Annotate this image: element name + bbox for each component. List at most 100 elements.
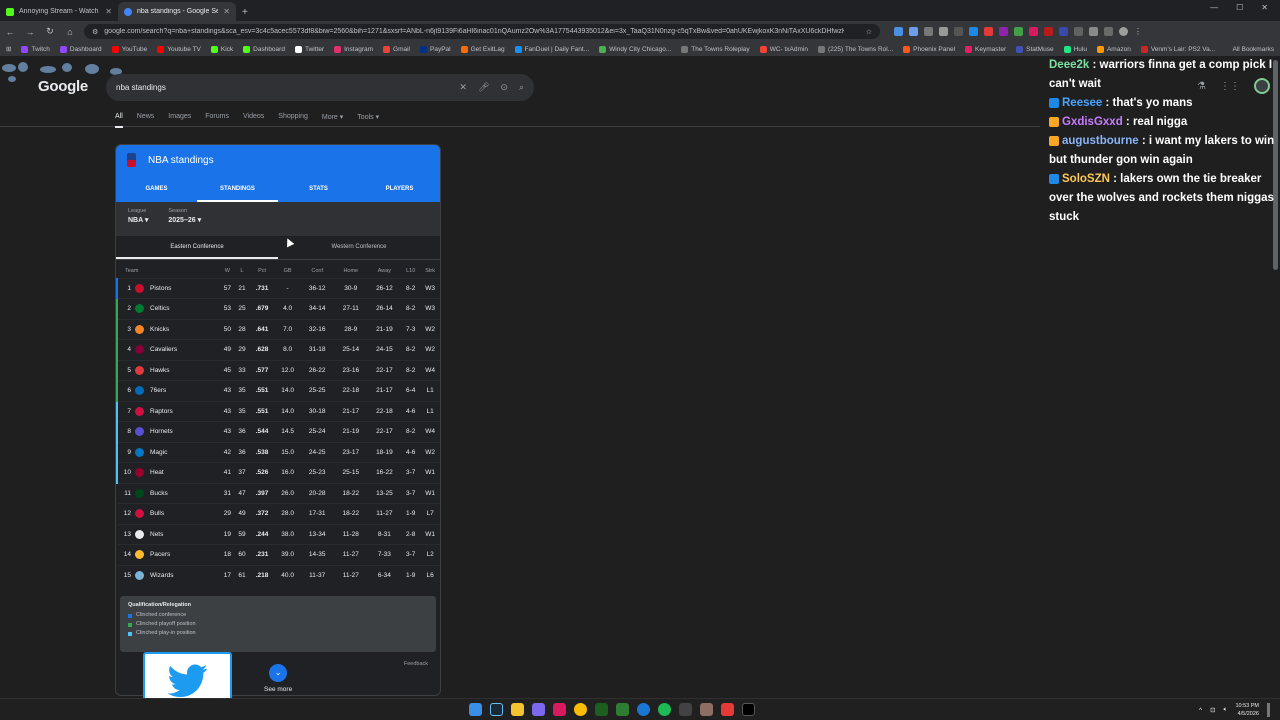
search-box[interactable]: nba standings ✕ 🎤︎ ⊙ ⌕	[106, 74, 534, 101]
browser-tab-google[interactable]: nba standings - Google Search ✕	[118, 2, 236, 21]
bookmark-item[interactable]: (225) The Towns Rol...	[817, 45, 893, 53]
bookmark-item[interactable]: WC- txAdmin	[759, 45, 808, 53]
site-info-icon[interactable]: ⚙	[92, 28, 98, 36]
app-icon[interactable]	[679, 703, 692, 716]
feedback-link[interactable]: Feedback	[404, 661, 428, 667]
bookmark-item[interactable]: Gmail	[383, 45, 410, 53]
team-cell[interactable]: Bucks	[135, 482, 221, 504]
browser-tab-stream[interactable]: Annoying Stream - Watch Live ✕	[0, 2, 118, 21]
close-window-icon[interactable]: ✕	[1261, 3, 1268, 12]
extension-icon[interactable]	[999, 27, 1008, 36]
table-row[interactable]: 12 Bulls 29 49.372 28.0 17-31 18-22 11-27 1-9 L7	[117, 503, 440, 524]
home-icon[interactable]: ⌂	[64, 27, 76, 37]
search-input[interactable]: nba standings	[116, 83, 448, 92]
team-cell[interactable]: Hornets	[135, 421, 221, 442]
app-icon[interactable]	[616, 703, 629, 716]
bookmark-item[interactable]: Phoenix Panel	[903, 45, 955, 53]
table-row[interactable]: 3 Knicks 50 28.641 7.0 32-16 28-9 21-19 7-3 W2	[117, 318, 440, 340]
spotify-icon[interactable]	[658, 703, 671, 716]
bookmark-item[interactable]: Twitch	[21, 45, 50, 53]
chrome-icon[interactable]	[574, 703, 587, 716]
team-cell[interactable]: Hawks	[135, 359, 221, 381]
extension-icon[interactable]	[1044, 27, 1053, 36]
minimize-icon[interactable]: —	[1210, 3, 1218, 12]
app-icon[interactable]	[595, 703, 608, 716]
team-cell[interactable]: Nets	[135, 523, 221, 545]
bookmark-item[interactable]: Twitter	[294, 45, 324, 53]
bookmark-item[interactable]: Kick	[210, 45, 233, 53]
app-icon[interactable]	[532, 703, 545, 716]
team-cell[interactable]: Magic	[135, 441, 221, 463]
see-more-button[interactable]: ⌄ See more	[264, 664, 292, 693]
team-cell[interactable]: Raptors	[135, 400, 221, 422]
extension-icon[interactable]	[1074, 27, 1083, 36]
folder-icon[interactable]	[511, 703, 524, 716]
team-cell[interactable]: Wizards	[135, 564, 221, 586]
search-tab-news[interactable]: News	[137, 113, 155, 128]
table-row[interactable]: 1 Pistons 57 21.731-36-12 30-9 26-12 8-2 W3	[117, 277, 440, 299]
bookmark-item[interactable]: PayPal	[420, 45, 451, 53]
bookmark-star-icon[interactable]: ☆	[866, 28, 872, 36]
tab-eastern-conference[interactable]: Eastern Conference	[116, 236, 278, 259]
extension-icon[interactable]	[954, 27, 963, 36]
extension-icon[interactable]	[894, 27, 903, 36]
forward-icon[interactable]: →	[24, 27, 36, 37]
clear-icon[interactable]: ✕	[459, 82, 467, 93]
bookmark-item[interactable]: Venm's Lair: PS2 Va...	[1140, 45, 1215, 53]
app-icon[interactable]	[637, 703, 650, 716]
table-row[interactable]: 4 Cavaliers 49 29.628 8.0 31-18 25-14 24-15 8-2 W…	[117, 339, 440, 360]
search-tab-videos[interactable]: Videos	[243, 113, 264, 128]
bookmark-item[interactable]: Hulu	[1063, 45, 1087, 53]
bookmark-item[interactable]: Dashboard	[59, 45, 102, 53]
chat-username[interactable]: SoloSZN	[1062, 173, 1110, 185]
bookmark-item[interactable]: FanDuel | Daily Fant...	[514, 45, 589, 53]
voice-search-icon[interactable]: 🎤︎	[478, 82, 489, 93]
lens-icon[interactable]: ⊙	[500, 82, 508, 93]
clock[interactable]: 10:53 PM 4/5/2026	[1235, 702, 1259, 718]
start-icon[interactable]	[469, 703, 482, 716]
back-icon[interactable]: ←	[4, 27, 16, 37]
table-row[interactable]: 7 Raptors 43 35.551 14.0 30-18 21-17 22-18 4-6 L1	[117, 400, 440, 422]
team-cell[interactable]: Pistons	[135, 277, 221, 299]
network-icon[interactable]: ⊡	[1210, 706, 1215, 714]
team-cell[interactable]: Cavaliers	[135, 339, 221, 360]
maximize-icon[interactable]: ☐	[1236, 3, 1243, 12]
extension-icon[interactable]	[924, 27, 933, 36]
close-tab-icon[interactable]: ✕	[223, 7, 230, 16]
extension-icon[interactable]	[1014, 27, 1023, 36]
menu-icon[interactable]: ⋮	[1134, 27, 1142, 36]
search-tab-more[interactable]: More ▾	[322, 113, 343, 128]
team-cell[interactable]: Celtics	[135, 298, 221, 319]
extension-icon[interactable]	[984, 27, 993, 36]
extension-icon[interactable]	[1059, 27, 1068, 36]
extension-icon[interactable]	[1029, 27, 1038, 36]
tab-western-conference[interactable]: Western Conference	[278, 236, 440, 259]
volume-icon[interactable]: 🔈︎	[1224, 706, 1228, 714]
bookmark-item[interactable]: YouTube	[111, 45, 147, 53]
search-tab-images[interactable]: Images	[168, 113, 191, 128]
bookmark-item[interactable]: Amazon	[1096, 45, 1131, 53]
close-tab-icon[interactable]: ✕	[105, 7, 112, 16]
bookmark-item[interactable]: Windy City Chicago...	[599, 45, 671, 53]
address-bar[interactable]: ⚙ google.com/search?q=nba+standings&sca_…	[84, 24, 880, 39]
bookmark-item[interactable]: Dashboard	[243, 45, 285, 53]
extensions-puzzle-icon[interactable]	[1089, 27, 1098, 36]
table-row[interactable]: 14 Pacers 18 60.231 39.0 14-35 11-27 7-33 3-7 L2	[117, 544, 440, 565]
chat-username[interactable]: augustbourne	[1062, 135, 1139, 147]
search-tab-shopping[interactable]: Shopping	[278, 113, 308, 128]
all-bookmarks[interactable]: All Bookmarks	[1232, 46, 1274, 53]
table-row[interactable]: 8 Hornets 43 36.544 14.5 25-24 21-19 22-17 8-2 W4	[117, 421, 440, 442]
search-icon[interactable]: ⌕	[519, 82, 524, 93]
tab-standings[interactable]: STANDINGS	[197, 186, 278, 202]
table-row[interactable]: 6 76ers 43 35.551 14.0 25-25 22-18 21-17 6-4 L1	[117, 380, 440, 401]
search-tab-tools[interactable]: Tools ▾	[357, 113, 379, 128]
bookmark-item[interactable]: StatMuse	[1016, 45, 1054, 53]
table-row[interactable]: 9 Magic 42 36.538 15.0 24-25 23-17 18-19 4-6 W2	[117, 441, 440, 463]
app-icon[interactable]	[553, 703, 566, 716]
bookmark-item[interactable]: Youtube TV	[157, 45, 201, 53]
bookmark-item[interactable]: Keymaster	[965, 45, 1006, 53]
bookmark-item[interactable]: The Towns Roleplay	[681, 45, 750, 53]
search-tab-all[interactable]: All	[115, 113, 123, 128]
season-select[interactable]: Season 2025–26 ▾	[168, 208, 201, 230]
new-tab-button[interactable]: +	[236, 7, 254, 21]
